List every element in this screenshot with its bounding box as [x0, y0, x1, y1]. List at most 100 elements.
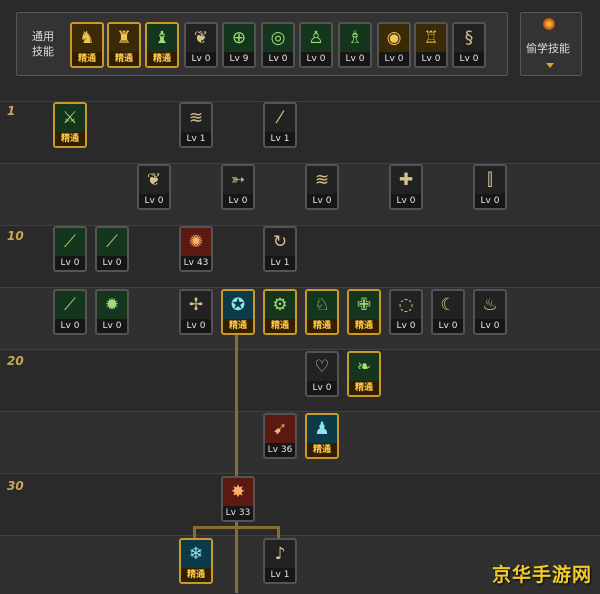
wings-icon: ❦: [186, 24, 216, 52]
cross-sword-icon: ✢: [181, 291, 211, 319]
tree-skill[interactable]: ☾ Lv 0: [431, 289, 465, 335]
skill-connector: [235, 521, 238, 593]
tree-row: [0, 349, 600, 412]
running-figure-icon: ♜: [109, 24, 139, 52]
blade-icon: ⟋: [97, 228, 127, 256]
common-skill[interactable]: ♖ Lv 0: [414, 22, 448, 68]
tree-skill[interactable]: ♟ 精通: [305, 413, 339, 459]
common-skill[interactable]: ◉ Lv 0: [377, 22, 411, 68]
tree-skill[interactable]: ➹ Lv 36: [263, 413, 297, 459]
plus-cross-icon: ✙: [349, 291, 379, 319]
site-watermark: 京华手游网: [491, 564, 592, 586]
slash-icon: ⁄: [265, 104, 295, 132]
steal-skills-label: 偷学技能: [526, 42, 570, 55]
skill-connector: [193, 526, 280, 529]
sword-shield-icon: ⚔: [55, 104, 85, 132]
blue-figure-icon: ♟: [307, 415, 337, 443]
level-marker: 1: [7, 104, 16, 118]
crosshair-icon: ⊕: [224, 24, 254, 52]
orb-icon: [543, 18, 555, 30]
crescent-icon: ☾: [433, 291, 463, 319]
swirl-icon: ◌: [391, 291, 421, 319]
tree-skill[interactable]: ✸ Lv 33: [221, 476, 255, 522]
arrow-right-icon: ➳: [223, 166, 253, 194]
claw-icon: ≋: [181, 104, 211, 132]
ice-icon: ❄: [181, 540, 211, 568]
tree-skill[interactable]: ✙ 精通: [347, 289, 381, 335]
armor-icon: ♖: [416, 24, 446, 52]
spin-icon: ↻: [265, 228, 295, 256]
cross-shield-icon: ✚: [391, 166, 421, 194]
common-skill[interactable]: ♜ 精通: [107, 22, 141, 68]
tree-skill[interactable]: ⚔ 精通: [53, 102, 87, 148]
tree-skill[interactable]: ✹ Lv 0: [95, 289, 129, 335]
heart-icon: ♡: [307, 353, 337, 381]
fire-burst-icon: ✺: [181, 228, 211, 256]
tree-skill[interactable]: ♪ Lv 1: [263, 538, 297, 584]
tree-skill[interactable]: ♡ Lv 0: [305, 351, 339, 397]
rune-circle-icon: ✪: [223, 291, 253, 319]
tree-skill[interactable]: ♘ 精通: [305, 289, 339, 335]
common-skill[interactable]: ♝ 精通: [145, 22, 179, 68]
tree-skill[interactable]: ➳ Lv 0: [221, 164, 255, 210]
common-skill[interactable]: ◎ Lv 0: [261, 22, 295, 68]
tree-skill[interactable]: ❦ Lv 0: [137, 164, 171, 210]
tree-row: [0, 225, 600, 288]
common-skill[interactable]: ♗ Lv 0: [338, 22, 372, 68]
level-marker: 30: [7, 479, 24, 493]
tree-skill[interactable]: ⟋ Lv 0: [53, 226, 87, 272]
common-skill[interactable]: § Lv 0: [452, 22, 486, 68]
claw-icon: ≋: [307, 166, 337, 194]
tree-skill[interactable]: ≋ Lv 1: [179, 102, 213, 148]
level-marker: 20: [7, 354, 24, 368]
common-skill[interactable]: ❦ Lv 0: [184, 22, 218, 68]
blade-icon: ⟋: [55, 291, 85, 319]
tree-skill[interactable]: ❧ 精通: [347, 351, 381, 397]
skill-tree-window: 通用 技能 偷学技能 1 10 20 30 ♞ 精通 ♜ 精通 ♝ 精通 ❦ Lv 0 …: [0, 0, 600, 594]
explosion-icon: ✸: [223, 478, 253, 506]
sitting-figure-icon: ♞: [72, 24, 102, 52]
blade-icon: ⟋: [55, 228, 85, 256]
scroll-icon: §: [454, 24, 484, 52]
tree-skill[interactable]: ⟋ Lv 0: [95, 226, 129, 272]
tree-skill[interactable]: ✚ Lv 0: [389, 164, 423, 210]
leap-figure-icon: ♝: [147, 24, 177, 52]
figure-icon: ♙: [301, 24, 331, 52]
level-marker: 10: [7, 229, 24, 243]
triple-blade-icon: ⫿: [475, 166, 505, 194]
wings-icon: ❦: [139, 166, 169, 194]
tree-skill[interactable]: ❄ 精通: [179, 538, 213, 584]
tree-skill[interactable]: ⁄ Lv 1: [263, 102, 297, 148]
common-skills-label-line2: 技能: [32, 45, 54, 58]
eye-icon: ◉: [379, 24, 409, 52]
target-icon: ◎: [263, 24, 293, 52]
common-skill[interactable]: ⊕ Lv 9: [222, 22, 256, 68]
tree-skill[interactable]: ✢ Lv 0: [179, 289, 213, 335]
tree-skill[interactable]: ✪ 精通: [221, 289, 255, 335]
skill-connector: [235, 333, 238, 479]
tree-row: [0, 287, 600, 350]
common-skills-label-line1: 通用: [32, 30, 54, 43]
tree-row: [0, 101, 600, 164]
red-dash-icon: ➹: [265, 415, 295, 443]
common-skill[interactable]: ♙ Lv 0: [299, 22, 333, 68]
tree-skill[interactable]: ↻ Lv 1: [263, 226, 297, 272]
figure-swing-icon: ♗: [340, 24, 370, 52]
leaf-icon: ❧: [349, 353, 379, 381]
tree-skill[interactable]: ✺ Lv 43: [179, 226, 213, 272]
gear-icon: ⚙: [265, 291, 295, 319]
tree-skill[interactable]: ⟋ Lv 0: [53, 289, 87, 335]
tree-skill[interactable]: ◌ Lv 0: [389, 289, 423, 335]
horn-icon: ♪: [265, 540, 295, 568]
tree-skill[interactable]: ⫿ Lv 0: [473, 164, 507, 210]
tree-skill[interactable]: ≋ Lv 0: [305, 164, 339, 210]
star-burst-icon: ✹: [97, 291, 127, 319]
common-skill[interactable]: ♞ 精通: [70, 22, 104, 68]
chevron-down-icon[interactable]: [546, 63, 554, 68]
strength-icon: ♘: [307, 291, 337, 319]
tree-skill[interactable]: ⚙ 精通: [263, 289, 297, 335]
tree-row: [0, 473, 600, 536]
tree-row: [0, 163, 600, 226]
flame-icon: ♨: [475, 291, 505, 319]
tree-skill[interactable]: ♨ Lv 0: [473, 289, 507, 335]
